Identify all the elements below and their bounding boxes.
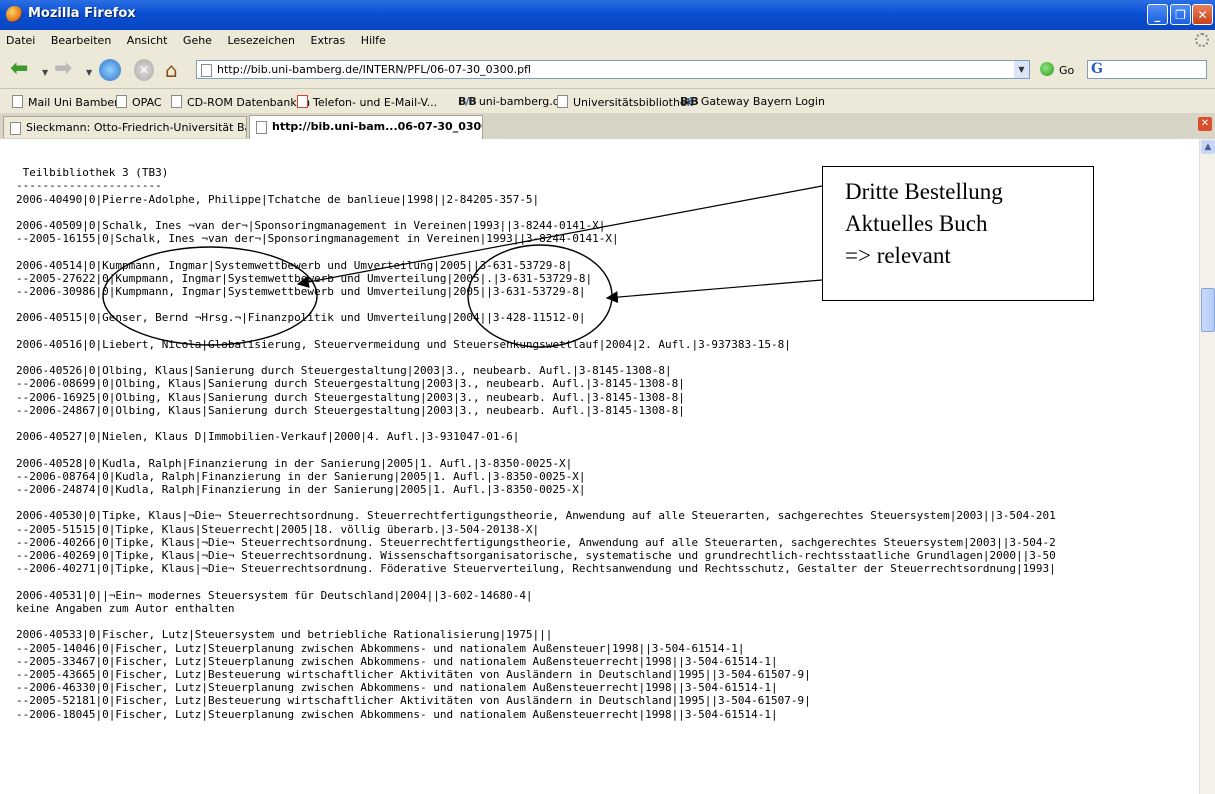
isbn-ellipse xyxy=(467,244,613,348)
annotation-textbox: Dritte Bestellung Aktuelles Buch => rele… xyxy=(822,166,1094,301)
annotation-line-2: Aktuelles Buch xyxy=(845,211,988,236)
annotation-overlay xyxy=(102,185,823,348)
annotation-line-3: => relevant xyxy=(845,243,951,268)
arrow-to-isbn xyxy=(605,279,823,304)
annotation-line-1: Dritte Bestellung xyxy=(845,179,1003,204)
author-title-ellipse xyxy=(102,246,318,346)
arrow-to-author xyxy=(296,185,823,288)
